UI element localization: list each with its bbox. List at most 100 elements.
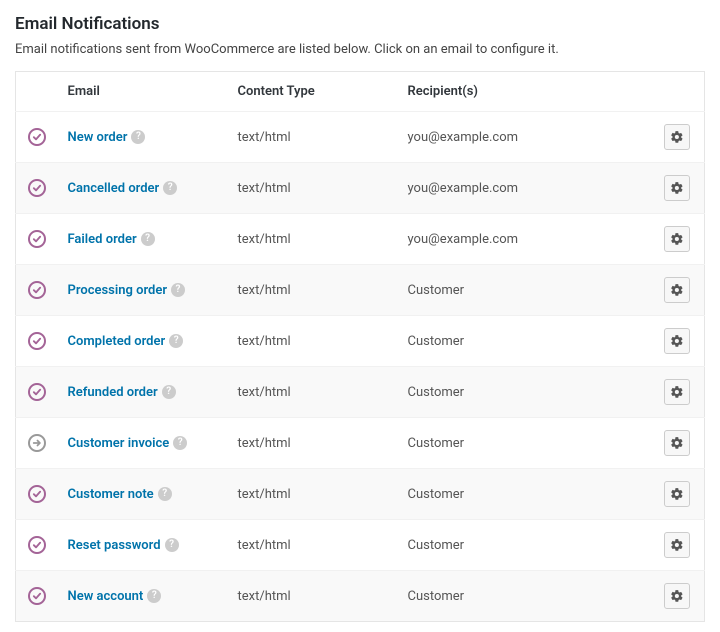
action-cell [653, 265, 705, 316]
status-enabled-icon [28, 230, 46, 248]
action-cell [653, 112, 705, 163]
page-description: Email notifications sent from WooCommerc… [15, 42, 705, 57]
recipients-cell: you@example.com [398, 112, 653, 163]
status-cell [16, 265, 58, 316]
help-icon[interactable]: ? [147, 589, 161, 603]
col-header-status [16, 72, 58, 112]
email-link[interactable]: Customer note [68, 487, 154, 502]
configure-button[interactable] [664, 277, 690, 303]
help-icon[interactable]: ? [162, 385, 176, 399]
help-icon[interactable]: ? [169, 334, 183, 348]
configure-button[interactable] [664, 328, 690, 354]
recipients-cell: Customer [398, 265, 653, 316]
action-cell [653, 520, 705, 571]
email-link[interactable]: Reset password [68, 538, 161, 553]
content-type-cell: text/html [228, 571, 398, 622]
status-enabled-icon [28, 281, 46, 299]
gear-icon [670, 283, 684, 297]
gear-icon [670, 334, 684, 348]
table-row: Customer invoice?text/htmlCustomer [16, 418, 705, 469]
recipients-cell: you@example.com [398, 163, 653, 214]
action-cell [653, 418, 705, 469]
status-cell [16, 316, 58, 367]
status-manual-icon [28, 434, 46, 452]
content-type-cell: text/html [228, 418, 398, 469]
email-name-cell: Completed order? [58, 316, 228, 367]
recipients-cell: Customer [398, 571, 653, 622]
gear-icon [670, 487, 684, 501]
status-cell [16, 163, 58, 214]
configure-button[interactable] [664, 583, 690, 609]
email-link[interactable]: Cancelled order [68, 181, 160, 196]
email-name-cell: Customer note? [58, 469, 228, 520]
content-type-cell: text/html [228, 214, 398, 265]
configure-button[interactable] [664, 532, 690, 558]
table-row: Refunded order? text/htmlCustomer [16, 367, 705, 418]
status-cell [16, 214, 58, 265]
email-name-cell: Reset password? [58, 520, 228, 571]
action-cell [653, 469, 705, 520]
col-header-content-type: Content Type [228, 72, 398, 112]
help-icon[interactable]: ? [171, 283, 185, 297]
help-icon[interactable]: ? [131, 130, 145, 144]
content-type-cell: text/html [228, 367, 398, 418]
help-icon[interactable]: ? [173, 436, 187, 450]
status-enabled-icon [28, 485, 46, 503]
content-type-cell: text/html [228, 520, 398, 571]
recipients-cell: Customer [398, 367, 653, 418]
action-cell [653, 571, 705, 622]
status-enabled-icon [28, 587, 46, 605]
status-enabled-icon [28, 179, 46, 197]
table-row: Completed order?text/htmlCustomer [16, 316, 705, 367]
status-cell [16, 469, 58, 520]
table-header-row: Email Content Type Recipient(s) [16, 72, 705, 112]
content-type-cell: text/html [228, 112, 398, 163]
table-row: Failed order? text/htmlyou@example.com [16, 214, 705, 265]
table-row: New order?text/htmlyou@example.com [16, 112, 705, 163]
recipients-cell: Customer [398, 469, 653, 520]
configure-button[interactable] [664, 481, 690, 507]
table-row: New account? text/htmlCustomer [16, 571, 705, 622]
action-cell [653, 316, 705, 367]
recipients-cell: Customer [398, 418, 653, 469]
status-cell [16, 520, 58, 571]
email-name-cell: Customer invoice? [58, 418, 228, 469]
email-name-cell: Cancelled order? [58, 163, 228, 214]
gear-icon [670, 181, 684, 195]
email-link[interactable]: New order [68, 130, 128, 145]
configure-button[interactable] [664, 430, 690, 456]
email-name-cell: New order? [58, 112, 228, 163]
content-type-cell: text/html [228, 469, 398, 520]
configure-button[interactable] [664, 175, 690, 201]
recipients-cell: Customer [398, 520, 653, 571]
status-enabled-icon [28, 128, 46, 146]
gear-icon [670, 130, 684, 144]
gear-icon [670, 385, 684, 399]
email-link[interactable]: Failed order [68, 232, 137, 247]
help-icon[interactable]: ? [163, 181, 177, 195]
status-enabled-icon [28, 383, 46, 401]
content-type-cell: text/html [228, 316, 398, 367]
status-cell [16, 418, 58, 469]
gear-icon [670, 589, 684, 603]
status-cell [16, 112, 58, 163]
status-enabled-icon [28, 536, 46, 554]
email-link[interactable]: Customer invoice [68, 436, 170, 451]
help-icon[interactable]: ? [158, 487, 172, 501]
email-link[interactable]: Processing order [68, 283, 168, 298]
email-name-cell: Processing order? [58, 265, 228, 316]
col-header-action [653, 72, 705, 112]
configure-button[interactable] [664, 379, 690, 405]
configure-button[interactable] [664, 124, 690, 150]
configure-button[interactable] [664, 226, 690, 252]
table-row: Processing order?text/htmlCustomer [16, 265, 705, 316]
status-enabled-icon [28, 332, 46, 350]
email-link[interactable]: New account [68, 589, 144, 604]
status-cell [16, 571, 58, 622]
content-type-cell: text/html [228, 163, 398, 214]
recipients-cell: you@example.com [398, 214, 653, 265]
email-link[interactable]: Completed order [68, 334, 166, 349]
email-link[interactable]: Refunded order [68, 385, 158, 400]
help-icon[interactable]: ? [141, 232, 155, 246]
content-type-cell: text/html [228, 265, 398, 316]
